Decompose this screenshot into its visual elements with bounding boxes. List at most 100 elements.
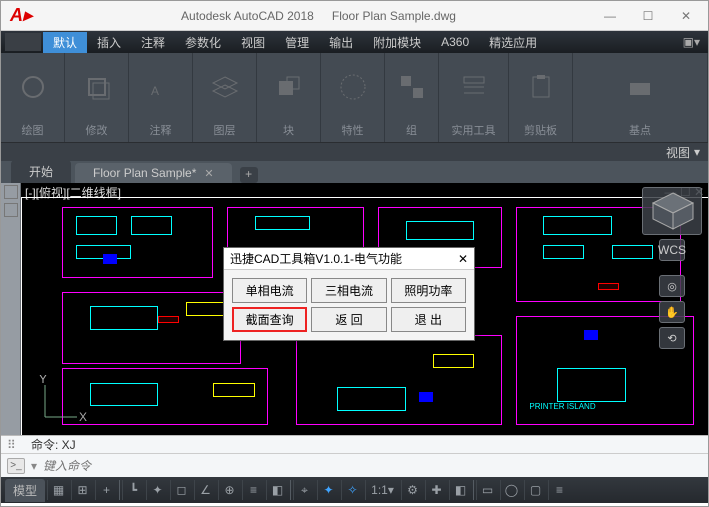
tab-close-icon[interactable]: ✕ — [204, 167, 213, 180]
btn-exit[interactable]: 退 出 — [391, 307, 466, 332]
menu-view[interactable]: 视图 — [231, 32, 275, 53]
panel-label-group: 组 — [385, 120, 438, 142]
close-button[interactable]: ✕ — [676, 9, 696, 23]
view-selector[interactable]: 视图▾ — [1, 143, 708, 161]
label-printer-island: PRINTER ISLAND — [529, 402, 595, 411]
btn-single-phase[interactable]: 单相电流 — [232, 278, 307, 303]
grid-icon[interactable]: ▦ — [47, 480, 69, 500]
maximize-button[interactable]: ☐ — [638, 9, 658, 23]
ribbon-block-button[interactable] — [265, 73, 313, 101]
ribbon-clipboard-button[interactable] — [517, 73, 565, 101]
clean-icon[interactable]: ▢ — [524, 480, 546, 500]
minimize-button[interactable]: — — [600, 9, 620, 23]
panel-label-clipboard: 剪贴板 — [509, 120, 572, 142]
menu-output[interactable]: 输出 — [319, 32, 363, 53]
menubar: 默认 插入 注释 参数化 视图 管理 输出 附加模块 A360 精选应用 ▣▾ — [1, 31, 708, 53]
dialog-title: 迅捷CAD工具箱V1.0.1-电气功能 — [230, 250, 402, 267]
ribbon-group-button[interactable] — [388, 73, 436, 101]
tab-start[interactable]: 开始 — [11, 160, 71, 183]
ribbon-expand-icon[interactable]: ▣▾ — [675, 33, 708, 51]
polar-icon[interactable]: ✦ — [146, 480, 168, 500]
main-area: [-][俯视][二维线框] — ☐ ✕ — [1, 183, 708, 435]
menu-a360[interactable]: A360 — [431, 33, 479, 51]
btn-section-query[interactable]: 截面查询 — [232, 307, 307, 332]
snap-icon[interactable]: ⊞ — [71, 480, 93, 500]
panel-label-base: 基点 — [573, 120, 707, 142]
ribbon-base-button[interactable] — [616, 73, 664, 101]
ribbon-layers-button[interactable] — [201, 73, 249, 101]
menu-insert[interactable]: 插入 — [87, 32, 131, 53]
cmd-handle-icon[interactable]: ⠿ — [7, 438, 23, 452]
anno-vis-icon[interactable]: ✚ — [425, 480, 447, 500]
left-palette-bar[interactable] — [1, 183, 21, 435]
wcs-label[interactable]: WCS — [659, 239, 685, 261]
app-logo-icon: A▸ — [5, 3, 37, 29]
gear-icon[interactable]: ⚙ — [401, 480, 423, 500]
panel-label-annotate: 注释 — [129, 120, 192, 142]
custom-icon[interactable]: ≡ — [548, 480, 570, 500]
lweight-icon[interactable]: ≡ — [242, 480, 264, 500]
ribbon-annotate-button[interactable]: A — [137, 73, 185, 101]
viewcube[interactable] — [642, 187, 702, 235]
nav-wheel-icon[interactable]: ◎ — [659, 275, 685, 297]
sc-icon[interactable]: ⌖ — [293, 480, 315, 500]
otrack-icon[interactable]: ∠ — [194, 480, 216, 500]
qs-icon[interactable]: ▭ — [476, 480, 498, 500]
command-input[interactable] — [43, 459, 702, 473]
hw-icon[interactable]: ◯ — [500, 480, 522, 500]
doc-tabs: 开始 Floor Plan Sample*✕ + — [1, 161, 708, 183]
ribbon-draw-button[interactable] — [9, 73, 57, 101]
transparency-icon[interactable]: ◧ — [266, 480, 288, 500]
tab-add-button[interactable]: + — [240, 167, 258, 183]
dyn-icon[interactable]: ⊕ — [218, 480, 240, 500]
ucs-icon: YX — [37, 375, 87, 425]
ortho-icon[interactable]: ┗ — [122, 480, 144, 500]
dialog-close-icon[interactable]: ✕ — [458, 252, 468, 266]
titlebar: A▸ Autodesk AutoCAD 2018 Floor Plan Samp… — [1, 1, 708, 31]
menu-featured[interactable]: 精选应用 — [479, 32, 547, 53]
menu-default[interactable]: 默认 — [43, 32, 87, 53]
command-line: >_ ▾ — [1, 453, 708, 477]
svg-text:A: A — [151, 84, 159, 98]
panel-label-modify: 修改 — [65, 120, 128, 142]
app-menu-button[interactable] — [5, 33, 41, 51]
app-name: Autodesk AutoCAD 2018 — [181, 9, 314, 23]
panel-label-block: 块 — [257, 120, 320, 142]
btn-three-phase[interactable]: 三相电流 — [311, 278, 386, 303]
ribbon: 绘图 修改 A 注释 图层 块 特性 组 实用工具 剪贴板 基点 — [1, 53, 708, 143]
tab-floorplan[interactable]: Floor Plan Sample*✕ — [75, 163, 232, 183]
ribbon-props-button[interactable] — [329, 73, 377, 101]
xj-dialog: 迅捷CAD工具箱V1.0.1-电气功能 ✕ 单相电流 三相电流 照明功率 截面查… — [223, 247, 475, 341]
btn-back[interactable]: 返 回 — [311, 307, 386, 332]
menu-annotate[interactable]: 注释 — [131, 32, 175, 53]
ws-icon[interactable]: ◧ — [449, 480, 471, 500]
ribbon-modify-button[interactable] — [73, 73, 121, 101]
drawing-canvas[interactable]: [-][俯视][二维线框] — ☐ ✕ — [21, 183, 708, 435]
menu-parametric[interactable]: 参数化 — [175, 32, 231, 53]
command-history: ⠿ 命令: XJ — [1, 435, 708, 453]
model-tab[interactable]: 模型 — [5, 479, 45, 502]
nav-tools: WCS ◎ ✋ ⟲ — [642, 187, 702, 349]
btn-lighting-power[interactable]: 照明功率 — [391, 278, 466, 303]
menu-manage[interactable]: 管理 — [275, 32, 319, 53]
panel-label-utils: 实用工具 — [439, 120, 508, 142]
anno-scale[interactable]: 1:1▾ — [365, 480, 399, 500]
3dosnap-icon[interactable]: ✧ — [341, 480, 363, 500]
ribbon-utils-button[interactable] — [450, 73, 498, 101]
svg-text:X: X — [79, 410, 87, 424]
menu-addins[interactable]: 附加模块 — [363, 32, 431, 53]
cmd-prompt-icon[interactable]: >_ — [7, 458, 25, 474]
svg-text:Y: Y — [39, 375, 47, 386]
chevron-down-icon: ▾ — [694, 145, 700, 159]
panel-label-props: 特性 — [321, 120, 384, 142]
panel-label-layers: 图层 — [193, 120, 256, 142]
command-history-text: 命令: XJ — [31, 436, 76, 453]
status-bar: 模型 ▦ ⊞ + ┗ ✦ ◻ ∠ ⊕ ≡ ◧ ⌖ ✦ ✧ 1:1▾ ⚙ ✚ ◧ … — [1, 477, 708, 503]
title-text: Autodesk AutoCAD 2018 Floor Plan Sample.… — [37, 8, 600, 23]
orbit-icon[interactable]: ⟲ — [659, 327, 685, 349]
osnap-icon[interactable]: ◻ — [170, 480, 192, 500]
panel-label-draw: 绘图 — [1, 120, 64, 142]
layout-add-icon[interactable]: + — [95, 480, 117, 500]
pan-icon[interactable]: ✋ — [659, 301, 685, 323]
iso-icon[interactable]: ✦ — [317, 480, 339, 500]
